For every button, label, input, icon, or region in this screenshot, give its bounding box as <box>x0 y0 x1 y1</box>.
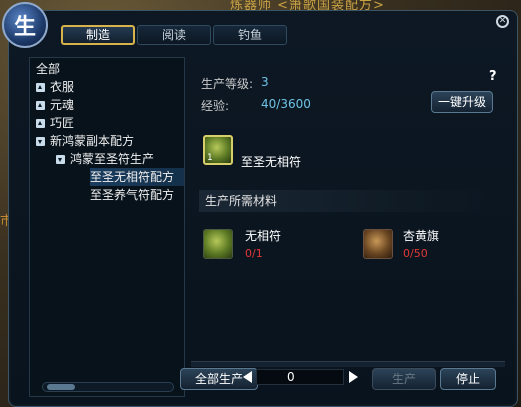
tab-read[interactable]: 阅读 <box>137 25 211 45</box>
stop-button[interactable]: 停止 <box>440 368 496 390</box>
tree-item-all[interactable]: 全部 <box>36 60 60 78</box>
tree-item-label: 新鸿蒙副本配方 <box>50 134 135 148</box>
production-level-value: 3 <box>261 75 269 89</box>
tree-item-label: 巧匠 <box>50 116 75 130</box>
decrease-arrow-icon[interactable] <box>243 371 252 383</box>
tree-item-soul[interactable]: 元魂 <box>36 96 74 114</box>
collapse-icon[interactable] <box>56 155 65 164</box>
expand-icon[interactable] <box>36 119 45 128</box>
tree-horizontal-scrollbar[interactable] <box>42 382 174 392</box>
tree-item-hongmeng-recipes[interactable]: 新鸿蒙副本配方 <box>36 132 134 150</box>
tab-bar: 制造 阅读 钓鱼 <box>61 25 287 45</box>
tree-item-label: 全部 <box>36 62 61 76</box>
recipe-tree: 全部 衣服 元魂 巧匠 新鸿蒙副本配方 鸿蒙至圣符生产 至圣无相符配方 至圣养气… <box>29 57 185 397</box>
help-icon[interactable]: ? <box>489 69 497 84</box>
tab-craft[interactable]: 制造 <box>61 25 135 45</box>
experience-value: 40/3600 <box>261 97 311 111</box>
material-name: 无相符 <box>245 229 282 243</box>
tree-item-talisman-production[interactable]: 鸿蒙至圣符生产 <box>56 150 154 168</box>
green-talisman-icon[interactable]: 1 <box>203 135 233 165</box>
close-icon[interactable]: ✕ <box>496 15 509 28</box>
tree-item-clothes[interactable]: 衣服 <box>36 78 74 96</box>
upgrade-all-button[interactable]: 一键升级 <box>431 91 493 113</box>
tree-item-label: 鸿蒙至圣符生产 <box>70 152 155 166</box>
tree-item-label: 衣服 <box>50 80 75 94</box>
panel-divider <box>191 361 505 367</box>
materials-section-header: 生产所需材料 <box>199 190 499 212</box>
brown-flag-icon[interactable] <box>363 229 393 259</box>
tree-item-label: 元魂 <box>50 98 75 112</box>
production-level-label: 生产等级: <box>201 77 254 91</box>
tree-item-label: 至圣养气符配方 <box>90 188 175 202</box>
material-name: 杏黄旗 <box>403 229 440 243</box>
scrollbar-thumb[interactable] <box>47 384 75 390</box>
tree-item-label: 至圣无相符配方 <box>90 170 175 184</box>
material-count: 0/1 <box>245 247 263 260</box>
expand-icon[interactable] <box>36 101 45 110</box>
product-name: 至圣无相符 <box>241 155 302 169</box>
expand-icon[interactable] <box>36 83 45 92</box>
tree-item-yangqi-recipe[interactable]: 至圣养气符配方 <box>90 186 184 204</box>
production-window: ✕ 制造 阅读 钓鱼 全部 衣服 元魂 巧匠 新鸿蒙副本配方 鸿蒙至圣符生产 至… <box>8 10 518 407</box>
quantity-input[interactable]: 0 <box>256 369 344 385</box>
experience-label: 经验: <box>201 99 230 113</box>
production-emblem-icon: 生 <box>2 2 48 48</box>
recipe-detail-panel: 生产等级: 3 经验: 40/3600 ? 一键升级 1 至圣无相符 生产所需材… <box>191 57 509 357</box>
collapse-icon[interactable] <box>36 137 45 146</box>
emblem-text: 生 <box>13 15 36 40</box>
tab-fishing[interactable]: 钓鱼 <box>213 25 287 45</box>
increase-arrow-icon[interactable] <box>349 371 358 383</box>
produce-button[interactable]: 生产 <box>372 368 436 390</box>
material-count: 0/50 <box>403 247 428 260</box>
green-talisman-icon[interactable] <box>203 229 233 259</box>
item-count: 1 <box>207 153 213 163</box>
tree-item-wuxiang-recipe[interactable]: 至圣无相符配方 <box>90 168 184 186</box>
tree-item-craftsman[interactable]: 巧匠 <box>36 114 74 132</box>
